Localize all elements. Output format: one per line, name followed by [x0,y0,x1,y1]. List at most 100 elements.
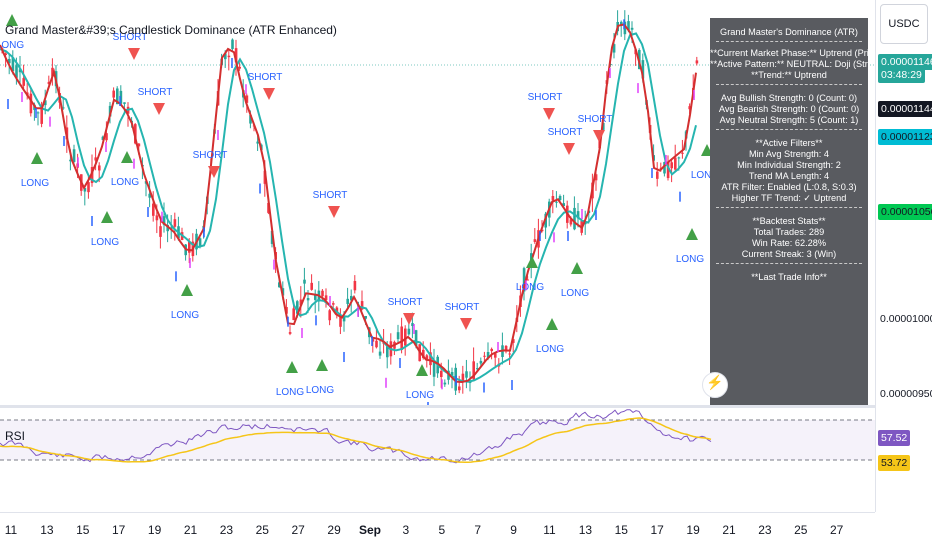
buy-triangle-icon [286,361,298,373]
sell-triangle-icon [128,48,140,60]
info-backtest-title: **Backtest Stats** [752,216,826,226]
long-signal-label: LONG [21,178,50,189]
time-tick: 25 [794,523,808,537]
rsi-band-fill [0,420,875,460]
candle-body [555,201,558,203]
candle-body [630,27,634,30]
sell-triangle-icon [263,88,275,100]
time-tick: 19 [686,523,700,537]
time-tick: 7 [474,523,482,537]
buy-triangle-icon [686,228,698,240]
candle-body [231,39,234,49]
time-tick: 29 [327,523,341,537]
candle-body [303,279,306,284]
signal-markers: LONGLONGLONGLONGLONGLONGLONGLONGLONGLONG… [0,14,719,405]
time-tick: 13 [40,523,54,537]
buy-triangle-icon [571,262,583,274]
time-tick: 21 [722,523,736,537]
long-signal-label: LONG [536,344,565,355]
price-axis[interactable]: USDC 0.00001146 03:48:29 0.00001144 0.00… [875,0,932,512]
info-min-avg: Min Avg Strength: 4 [748,149,829,159]
sell-triangle-icon [328,206,340,218]
time-tick: 9 [510,523,517,537]
candle-body [674,157,677,170]
candle-body [173,219,177,227]
candle-body [40,108,43,124]
candle-body [443,382,447,385]
info-panel: Grand Master's Dominance (ATR) **Current… [710,18,868,405]
long-signal-label: LONG [171,310,200,321]
tradingview-logo-icon[interactable]: ⚡ [702,372,728,398]
info-min-ind: Min Individual Strength: 2 [737,160,841,170]
info-trend-ma: Trend MA Length: 4 [748,171,830,181]
short-signal-label: SHORT [388,297,423,308]
info-filters-title: **Active Filters** [755,138,823,148]
info-neutral: Avg Neutral Strength: 5 (Count: 1) [719,115,859,125]
candle-body [22,78,25,86]
candle-body [479,360,483,364]
sell-triangle-icon [153,103,165,115]
time-tick: 17 [650,523,664,537]
chart-title: Grand Master&#39;s Candlestick Dominance… [5,23,337,37]
short-signal-label: SHORT [548,127,583,138]
sell-triangle-icon [460,318,472,330]
sell-triangle-icon [563,143,575,155]
time-tick: 21 [183,523,198,537]
rsi-value-label: 57.52 [878,430,911,446]
short-signal-label: SHORT [193,150,228,161]
time-tick: 23 [758,523,772,537]
price-scale-label: 0.00001000 [880,313,932,325]
time-tick: 15 [614,523,628,537]
candle-body [198,238,202,247]
info-win-rate: Win Rate: 62.28% [751,238,827,248]
long-signal-label: LONG [276,387,305,398]
short-signal-label: SHORT [528,92,563,103]
time-tick: Sep [358,523,382,537]
buy-triangle-icon [181,284,193,296]
price-scale-label: 0.00000950 [880,388,932,400]
candle-body [112,90,115,98]
candle-body [72,149,76,162]
candle-body [36,112,40,114]
candle-body [306,298,310,301]
candle-body [159,226,162,237]
info-pattern: **Active Pattern:** NEUTRAL: Doji (Str: … [710,59,868,69]
info-total-trades: Total Trades: 289 [753,227,825,237]
info-higher-tf: Higher TF Trend: ✓ Uptrend [731,193,847,203]
crosshair-price-label: 0.00001144 [878,101,932,117]
candle-body [378,351,382,356]
buy-triangle-icon [316,359,328,371]
rsi-chart[interactable] [0,408,875,512]
candle-body [483,355,486,357]
buy-triangle-icon [416,364,428,376]
candle-body [87,182,90,193]
candle-body [310,282,313,290]
trend-line [0,23,697,384]
candle-body [328,310,331,321]
candle-body [573,207,576,230]
time-tick: 3 [402,523,410,537]
candle-body [533,239,537,242]
candle-body [407,328,411,335]
time-tick: 5 [438,523,446,537]
time-tick: 11 [4,523,18,537]
time-tick: 25 [255,523,269,537]
candle-body [508,353,511,355]
long-signal-label: LONG [676,254,705,265]
candle-body [656,171,659,179]
currency-selector[interactable]: USDC [880,4,928,44]
candle-body [346,298,349,304]
buy-triangle-icon [101,211,113,223]
short-signal-label: SHORT [578,114,613,125]
time-tick: 17 [112,523,126,537]
candle-body [227,55,231,58]
candle-body [551,196,555,201]
candle-body [238,66,241,69]
info-title: Grand Master's Dominance (ATR) [720,27,858,37]
trend-price-label: 0.00001056 [878,204,932,220]
time-tick: 23 [219,523,234,537]
candle-body [292,308,295,321]
candle-body [155,215,159,221]
buy-triangle-icon [121,151,133,163]
time-axis[interactable]: 11 13 15 17 19 21 23 25 27 29 Sep 3 5 7 9 11 13 15 17 19 21 2… [0,512,875,551]
